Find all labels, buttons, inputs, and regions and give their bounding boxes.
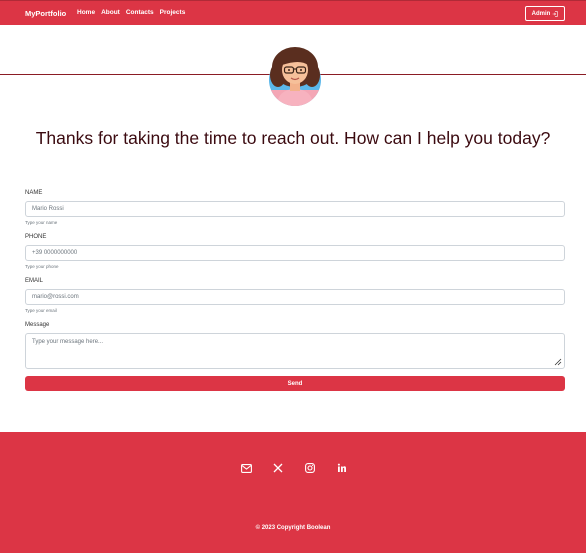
email-label: EMAIL bbox=[25, 278, 44, 284]
email-input[interactable]: mario@rossi.com bbox=[25, 289, 565, 305]
phone-label: PHONE bbox=[25, 234, 47, 240]
phone-hint: Type your phone bbox=[25, 264, 59, 269]
name-input[interactable]: Mario Rossi bbox=[25, 201, 565, 217]
nav-link-about[interactable]: About bbox=[101, 9, 120, 16]
nav-links: Home About Contacts Projects bbox=[77, 9, 185, 16]
navbar: MyPortfolio Home About Contacts Projects… bbox=[0, 0, 586, 25]
admin-button[interactable]: Admin bbox=[525, 6, 565, 21]
message-textarea[interactable]: Type your message here... bbox=[25, 333, 565, 369]
name-label: NAME bbox=[25, 190, 43, 196]
page-heading: Thanks for taking the time to reach out.… bbox=[35, 128, 551, 148]
x-twitter-icon[interactable] bbox=[272, 462, 284, 474]
message-label: Message bbox=[25, 322, 50, 328]
send-button[interactable]: Send bbox=[25, 376, 565, 391]
avatar bbox=[269, 47, 321, 106]
contact-form: NAME Mario Rossi Type your name PHONE +3… bbox=[25, 190, 565, 391]
message-placeholder: Type your message here... bbox=[32, 339, 104, 345]
nav-link-home[interactable]: Home bbox=[77, 9, 95, 16]
name-hint: Type your name bbox=[25, 220, 58, 225]
copyright-text: © 2023 Copyright Boolean bbox=[255, 525, 331, 531]
linkedin-icon[interactable] bbox=[336, 462, 348, 474]
envelope-icon[interactable] bbox=[240, 462, 252, 474]
brand-logo[interactable]: MyPortfolio bbox=[25, 9, 66, 18]
footer: © 2023 Copyright Boolean bbox=[0, 432, 586, 553]
nav-link-contacts[interactable]: Contacts bbox=[126, 9, 154, 16]
admin-button-label: Admin bbox=[531, 10, 551, 17]
instagram-icon[interactable] bbox=[304, 462, 316, 474]
social-links bbox=[0, 462, 586, 474]
phone-input[interactable]: +39 0000000000 bbox=[25, 245, 565, 261]
nav-link-projects[interactable]: Projects bbox=[160, 9, 186, 16]
resize-handle-icon[interactable] bbox=[554, 358, 562, 366]
email-hint: Type your email bbox=[25, 308, 57, 313]
login-icon bbox=[552, 10, 559, 17]
